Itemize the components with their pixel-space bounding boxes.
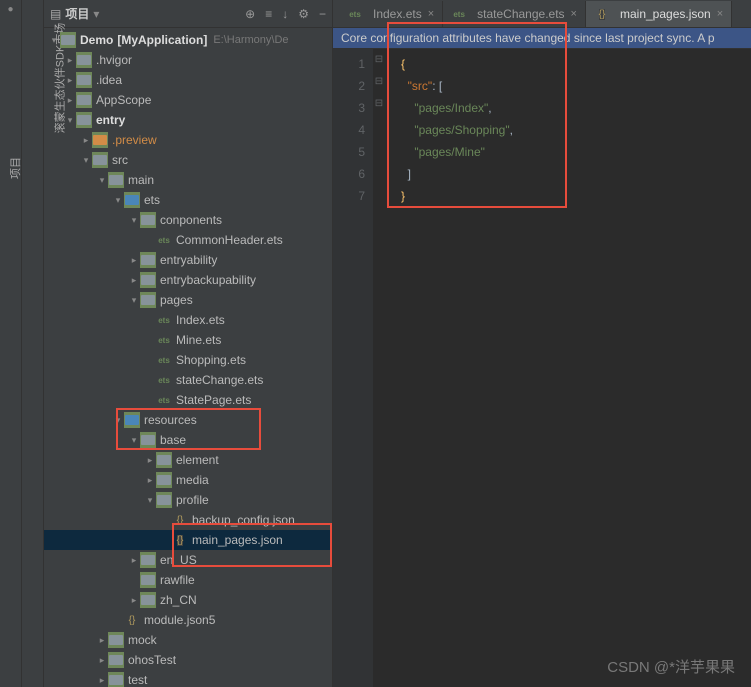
tab-mainpages[interactable]: main_pages.json× <box>586 1 732 27</box>
tree-node-main[interactable]: main <box>44 170 332 190</box>
close-icon[interactable]: × <box>717 8 723 20</box>
close-icon[interactable]: × <box>571 8 577 20</box>
tree-node-preview[interactable]: .preview <box>44 130 332 150</box>
tree-node-element[interactable]: element <box>44 450 332 470</box>
tree-node-entrybackup[interactable]: entrybackupability <box>44 270 332 290</box>
tree-node-appscope[interactable]: AppScope <box>44 90 332 110</box>
code-editor[interactable]: 1234567 ⊟⊟⊟ { "src": [ "pages/Index", "p… <box>333 49 751 687</box>
code-content[interactable]: { "src": [ "pages/Index", "pages/Shoppin… <box>401 53 751 207</box>
tool-window-bar: 滚蒙生态伙伴SDK市场 项目 <box>22 0 44 687</box>
tree-file-shopping[interactable]: Shopping.ets <box>44 350 332 370</box>
collapse-icon[interactable]: − <box>319 7 326 21</box>
flatten-icon[interactable]: ≡ <box>265 7 272 21</box>
tab-statechange[interactable]: stateChange.ets× <box>443 1 586 27</box>
editor-area: Index.ets× stateChange.ets× main_pages.j… <box>333 0 751 687</box>
vertical-tab-project[interactable]: 项目 <box>7 157 23 179</box>
select-icon[interactable]: ↓ <box>282 7 288 21</box>
tree-node-entry[interactable]: entry <box>44 110 332 130</box>
tree-node-conponents[interactable]: conponents <box>44 210 332 230</box>
locate-icon[interactable]: ⊕ <box>245 7 255 21</box>
tree-node-enus[interactable]: en_US <box>44 550 332 570</box>
tree-file-mainpages[interactable]: main_pages.json <box>44 530 332 550</box>
left-indicator-bar: ● <box>0 0 22 687</box>
project-tree[interactable]: Demo[MyApplication]E:\Harmony\De .hvigor… <box>44 28 332 687</box>
tree-file-commonheader[interactable]: CommonHeader.ets <box>44 230 332 250</box>
editor-tab-bar: Index.ets× stateChange.ets× main_pages.j… <box>333 0 751 28</box>
tree-node-hvigor[interactable]: .hvigor <box>44 50 332 70</box>
tree-node-ohostest[interactable]: ohosTest <box>44 650 332 670</box>
tree-node-idea[interactable]: .idea <box>44 70 332 90</box>
tree-node-demo[interactable]: Demo[MyApplication]E:\Harmony\De <box>44 30 332 50</box>
tree-node-pages[interactable]: pages <box>44 290 332 310</box>
sync-notice[interactable]: Core configuration attributes have chang… <box>333 28 751 49</box>
tree-file-module[interactable]: module.json5 <box>44 610 332 630</box>
tree-file-index[interactable]: Index.ets <box>44 310 332 330</box>
tree-node-profile[interactable]: profile <box>44 490 332 510</box>
dropdown-icon[interactable]: ▾ <box>93 7 99 21</box>
tree-node-zhcn[interactable]: zh_CN <box>44 590 332 610</box>
tree-node-ets[interactable]: ets <box>44 190 332 210</box>
tab-index[interactable]: Index.ets× <box>339 1 443 27</box>
tree-node-test[interactable]: test <box>44 670 332 687</box>
panel-title: 项目 <box>65 5 89 22</box>
tree-node-rawfile[interactable]: rawfile <box>44 570 332 590</box>
tree-file-backup[interactable]: backup_config.json <box>44 510 332 530</box>
gear-icon[interactable]: ⚙ <box>298 7 309 21</box>
tree-node-entryability[interactable]: entryability <box>44 250 332 270</box>
folder-icon: ▤ <box>50 7 61 21</box>
tree-node-media[interactable]: media <box>44 470 332 490</box>
tree-file-statechange[interactable]: stateChange.ets <box>44 370 332 390</box>
tree-node-resources[interactable]: resources <box>44 410 332 430</box>
line-numbers: 1234567 <box>333 49 373 687</box>
project-panel-header: ▤ 项目 ▾ ⊕ ≡ ↓ ⚙ − <box>44 0 332 28</box>
tree-node-base[interactable]: base <box>44 430 332 450</box>
tree-file-mine[interactable]: Mine.ets <box>44 330 332 350</box>
close-icon[interactable]: × <box>428 8 434 20</box>
project-tool-window: ▤ 项目 ▾ ⊕ ≡ ↓ ⚙ − Demo[MyApplication]E:\H… <box>44 0 333 687</box>
tree-node-mock[interactable]: mock <box>44 630 332 650</box>
tree-node-src[interactable]: src <box>44 150 332 170</box>
tree-file-statepage[interactable]: StatePage.ets <box>44 390 332 410</box>
watermark: CSDN @*洋芋果果 <box>607 656 735 677</box>
fold-column[interactable]: ⊟⊟⊟ <box>373 49 385 687</box>
